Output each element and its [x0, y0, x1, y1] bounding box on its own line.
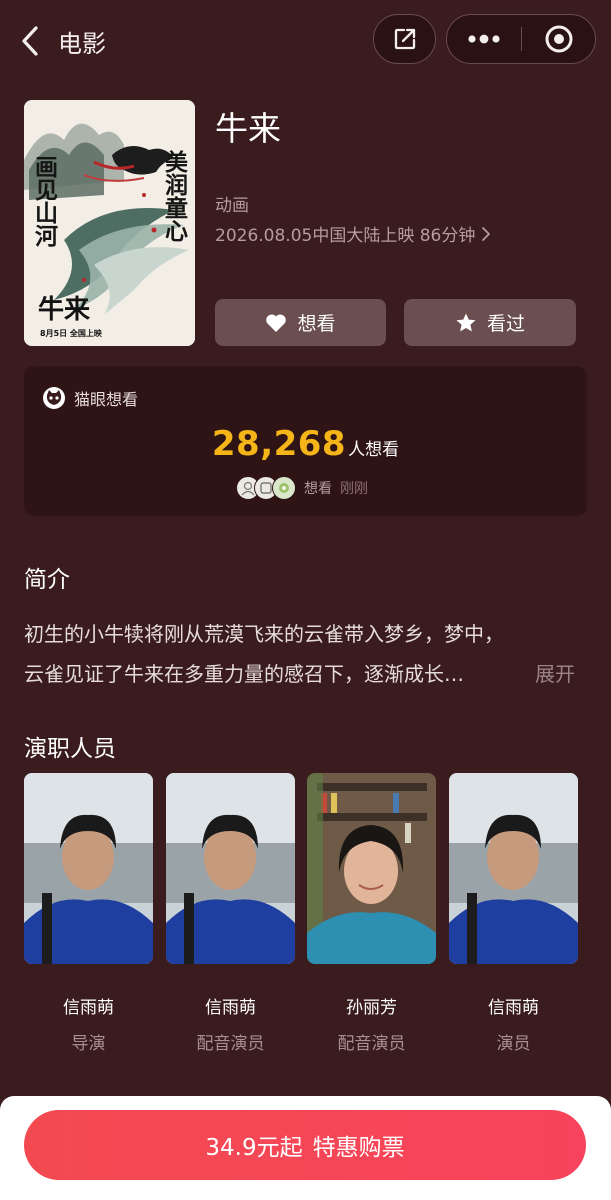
avatar-stack	[236, 476, 296, 500]
mini-program-capsule	[446, 14, 596, 64]
release-text: 2026.08.05中国大陆上映 86分钟	[215, 226, 476, 246]
movie-genre: 动画	[215, 196, 249, 216]
cast-name: 信雨萌	[205, 998, 256, 1018]
want-count-number: 28,268	[211, 424, 347, 464]
cast-photo	[449, 773, 578, 964]
want-to-watch-label: 想看	[297, 313, 336, 335]
want-to-watch-button[interactable]: 想看	[215, 299, 386, 346]
chevron-left-icon	[22, 26, 38, 56]
poster-right-calligraphy: 美润童心	[161, 149, 189, 242]
cast-member-card[interactable]: 孙丽芳 配音演员	[307, 773, 436, 1054]
more-dots-icon	[468, 34, 500, 43]
cast-role: 导演	[71, 1034, 106, 1054]
target-icon	[545, 25, 573, 52]
movie-title: 牛来	[215, 109, 281, 148]
poster-left-calligraphy: 画见山河	[31, 155, 59, 248]
chevron-right-icon	[482, 226, 491, 241]
cast-role: 演员	[496, 1034, 531, 1054]
cast-member-card[interactable]: 信雨萌 演员	[449, 773, 578, 1054]
buy-ticket-button[interactable]: 34.9元起 特惠购票	[24, 1110, 586, 1180]
watched-label: 看过	[486, 313, 525, 335]
more-button[interactable]	[447, 15, 521, 62]
want-count-unit: 人想看	[348, 440, 400, 460]
cast-name: 孙丽芳	[346, 998, 397, 1018]
cast-name: 信雨萌	[63, 998, 114, 1018]
page-title: 电影	[58, 30, 106, 58]
cast-photo	[166, 773, 295, 964]
synopsis-heading: 简介	[24, 567, 70, 593]
buy-price: 34.9元起	[205, 1135, 303, 1161]
cast-photo	[24, 773, 153, 964]
expand-synopsis-link[interactable]: 展开	[535, 654, 575, 694]
buy-label: 特惠购票	[312, 1135, 405, 1161]
poster-title: 牛来	[38, 295, 91, 325]
share-icon	[394, 28, 415, 50]
capsule-divider	[521, 27, 522, 51]
star-icon	[456, 313, 476, 331]
recent-action-text: 想看	[304, 481, 332, 497]
want-count: 28,268 人想看	[0, 424, 611, 464]
movie-release-info[interactable]: 2026.08.05中国大陆上映 86分钟	[215, 221, 491, 246]
poster-date: 8月5日 全国上映	[40, 328, 103, 338]
synopsis-line-1: 初生的小牛犊将刚从荒漠飞来的云雀带入梦乡，梦中，	[24, 622, 504, 646]
recent-time-text: 刚刚	[340, 481, 368, 497]
cast-role: 配音演员	[196, 1034, 265, 1054]
cast-member-card[interactable]: 信雨萌 导演	[24, 773, 153, 1054]
close-mini-program-button[interactable]	[523, 15, 595, 62]
recent-want-activity: 想看 刚刚	[236, 476, 368, 500]
cast-member-card[interactable]: 信雨萌 配音演员	[166, 773, 295, 1054]
top-navigation-bar: 电影	[0, 0, 611, 84]
cast-name: 信雨萌	[488, 998, 539, 1018]
maoyan-card-header: 猫眼想看	[42, 386, 138, 410]
movie-poster[interactable]: 画见山河 美润童心 牛来 8月5日 全国上映	[24, 100, 195, 346]
heart-icon	[266, 313, 287, 332]
watched-button[interactable]: 看过	[404, 299, 576, 346]
synopsis-text: 初生的小牛犊将刚从荒漠飞来的云雀带入梦乡，梦中， 云雀见证了牛来在多重力量的感召…	[24, 614, 588, 694]
bottom-purchase-bar: 34.9元起 特惠购票	[0, 1096, 611, 1200]
maoyan-label: 猫眼想看	[74, 390, 139, 409]
back-button[interactable]	[14, 22, 46, 60]
synopsis-line-2: 云雀见证了牛来在多重力量的感召下，逐渐成长…	[24, 662, 464, 686]
avatar	[272, 476, 296, 500]
maoyan-cat-icon	[43, 387, 65, 409]
cast-role: 配音演员	[337, 1034, 406, 1054]
poster-artwork: 画见山河 美润童心 牛来 8月5日 全国上映	[24, 100, 195, 346]
cast-heading: 演职人员	[24, 736, 116, 762]
share-button[interactable]	[373, 14, 436, 64]
cast-photo	[307, 773, 436, 964]
